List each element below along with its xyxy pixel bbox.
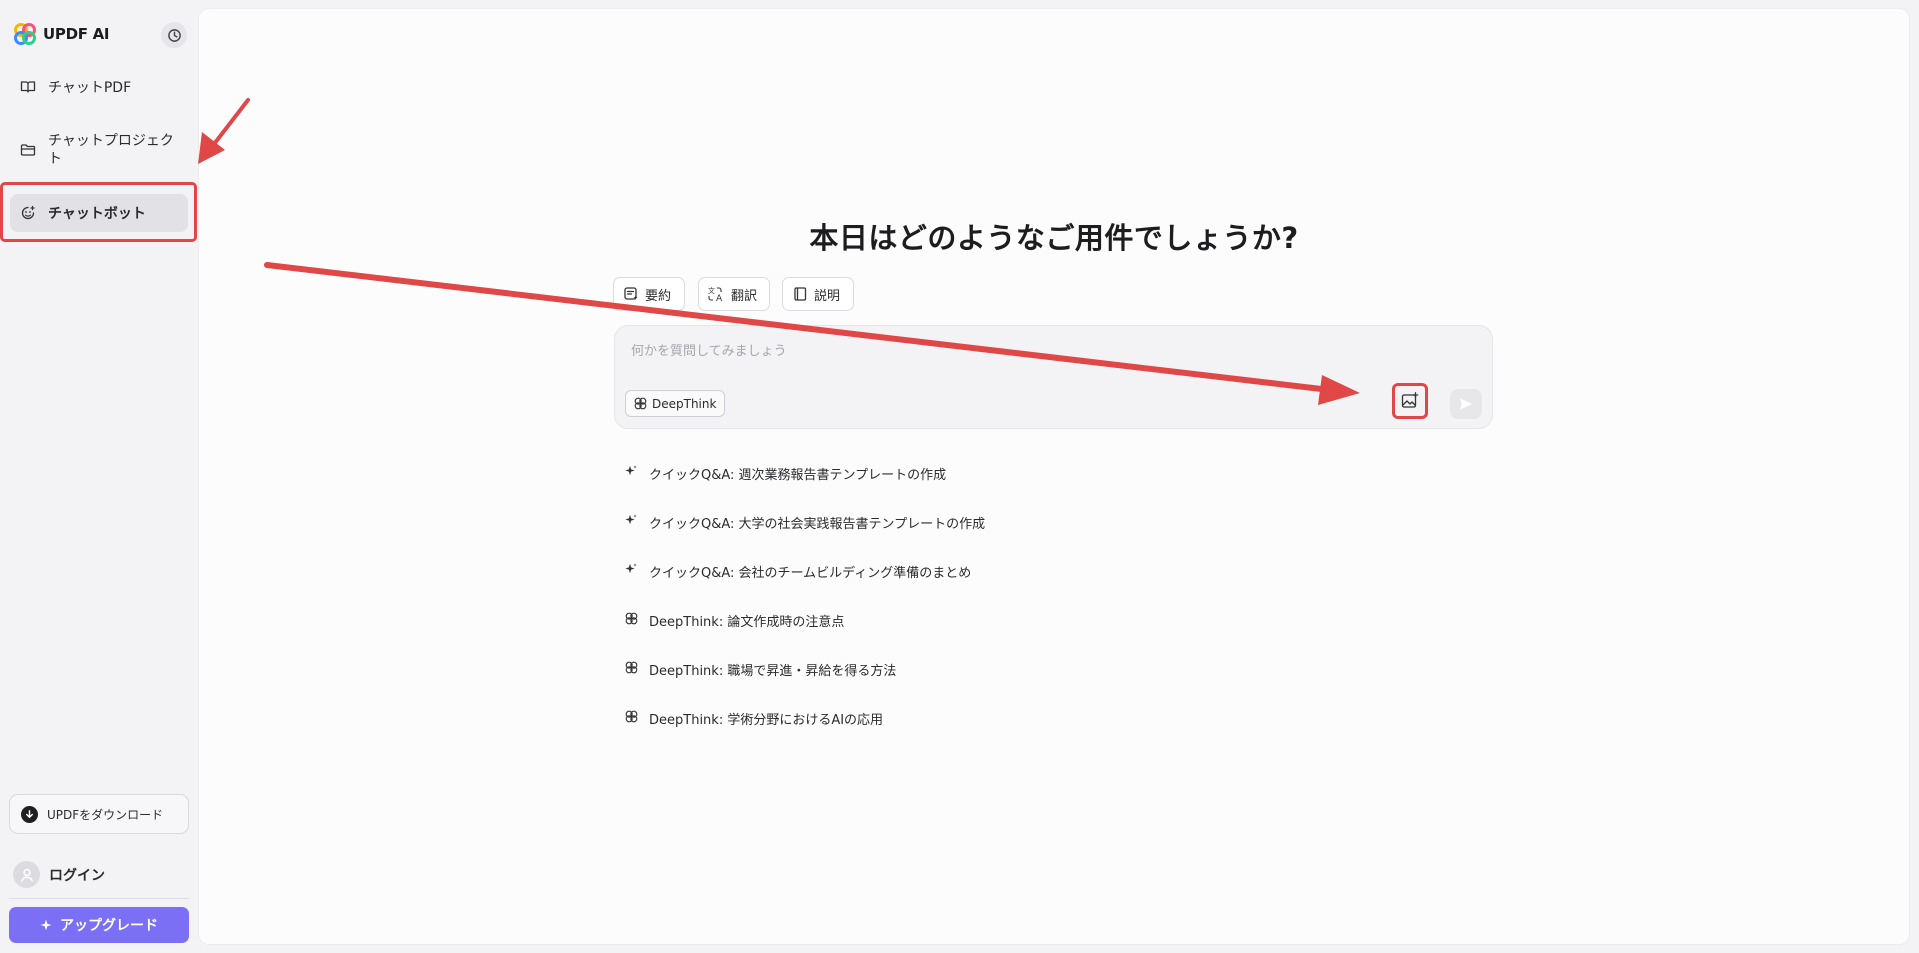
app-window: UPDF AI チャットPDF チャットプロジェクト チャットボット UPDFを… [0, 0, 1919, 953]
send-button[interactable] [1450, 389, 1482, 419]
suggestion-text: DeepThink: 職場で昇進・昇給を得る方法 [649, 664, 897, 679]
explain-label: 説明 [814, 288, 841, 304]
sidebar-item-label: チャットPDF [48, 80, 132, 96]
upgrade-label: アップグレード [60, 918, 158, 934]
history-button[interactable] [161, 22, 187, 48]
deepthink-icon [634, 397, 647, 410]
sparkle-icon [625, 563, 637, 574]
sidebar-item-label: チャットプロジェクト [48, 133, 174, 167]
login-button[interactable]: ログイン [13, 861, 105, 888]
suggestion-item[interactable]: クイックQ&A: 週次業務報告書テンプレートの作成 [624, 456, 985, 505]
folder-icon [20, 144, 36, 156]
login-label: ログイン [49, 867, 105, 884]
sidebar: UPDF AI チャットPDF チャットプロジェクト チャットボット UPDFを… [0, 0, 198, 953]
svg-text:文: 文 [708, 286, 715, 295]
annotation-highlight-box [0, 182, 197, 242]
avatar [13, 861, 40, 888]
brand: UPDF AI [14, 22, 109, 46]
download-updf-button[interactable]: UPDFをダウンロード [9, 794, 189, 834]
sparkle-icon [40, 919, 52, 931]
translate-icon: 文 A [708, 286, 723, 302]
suggestion-item[interactable]: DeepThink: 論文作成時の注意点 [624, 603, 985, 652]
suggestion-text: クイックQ&A: 会社のチームビルディング準備のまとめ [649, 566, 972, 581]
deepthink-icon [625, 710, 637, 723]
user-icon [20, 868, 33, 882]
summary-label: 要約 [645, 288, 672, 304]
summary-button[interactable]: 要約 [613, 277, 685, 311]
brand-name: UPDF AI [43, 25, 110, 43]
suggestion-list: クイックQ&A: 週次業務報告書テンプレートの作成 クイックQ&A: 大学の社会… [624, 456, 985, 750]
suggestion-item[interactable]: クイックQ&A: 会社のチームビルディング準備のまとめ [624, 554, 985, 603]
svg-text:A: A [716, 294, 723, 302]
deepthink-toggle[interactable]: DeepThink [625, 390, 726, 417]
sparkle-icon [625, 514, 637, 525]
deepthink-icon [625, 661, 637, 674]
chat-input[interactable] [631, 340, 1331, 362]
main-panel: 本日はどのようなご用件でしょうか? 要約 文 A 翻訳 説明 何かを質問してみま… [199, 9, 1909, 944]
download-icon [21, 805, 38, 823]
sparkle-icon [625, 465, 637, 476]
book-open-icon [20, 81, 36, 93]
divider [9, 898, 189, 899]
explain-button[interactable]: 説明 [782, 277, 854, 311]
chat-composer: DeepThink [614, 325, 1493, 429]
sidebar-item-chat-project[interactable]: チャットプロジェクト [10, 128, 188, 172]
history-clock-icon [167, 28, 181, 42]
sidebar-item-chat-pdf[interactable]: チャットPDF [10, 72, 188, 102]
translate-label: 翻訳 [731, 288, 758, 304]
suggestion-text: DeepThink: 論文作成時の注意点 [649, 615, 845, 630]
book-icon [794, 287, 807, 301]
suggestion-text: DeepThink: 学術分野におけるAIの応用 [649, 713, 884, 728]
image-add-icon [1401, 392, 1419, 408]
send-icon [1460, 398, 1473, 410]
upgrade-button[interactable]: アップグレード [9, 907, 189, 943]
suggestion-item[interactable]: DeepThink: 学術分野におけるAIの応用 [624, 701, 985, 750]
suggestion-text: クイックQ&A: 週次業務報告書テンプレートの作成 [649, 468, 947, 483]
suggestion-item[interactable]: DeepThink: 職場で昇進・昇給を得る方法 [624, 652, 985, 701]
deepthink-label: DeepThink [652, 396, 717, 411]
translate-button[interactable]: 文 A 翻訳 [698, 277, 770, 311]
deepthink-icon [625, 612, 637, 625]
suggestion-item[interactable]: クイックQ&A: 大学の社会実践報告書テンプレートの作成 [624, 505, 985, 554]
download-label: UPDFをダウンロード [47, 807, 164, 822]
summary-icon [624, 287, 638, 300]
updf-logo-icon [14, 23, 36, 45]
page-title: 本日はどのようなご用件でしょうか? [809, 221, 1299, 255]
image-upload-button[interactable] [1392, 383, 1428, 419]
suggestion-text: クイックQ&A: 大学の社会実践報告書テンプレートの作成 [649, 517, 986, 532]
